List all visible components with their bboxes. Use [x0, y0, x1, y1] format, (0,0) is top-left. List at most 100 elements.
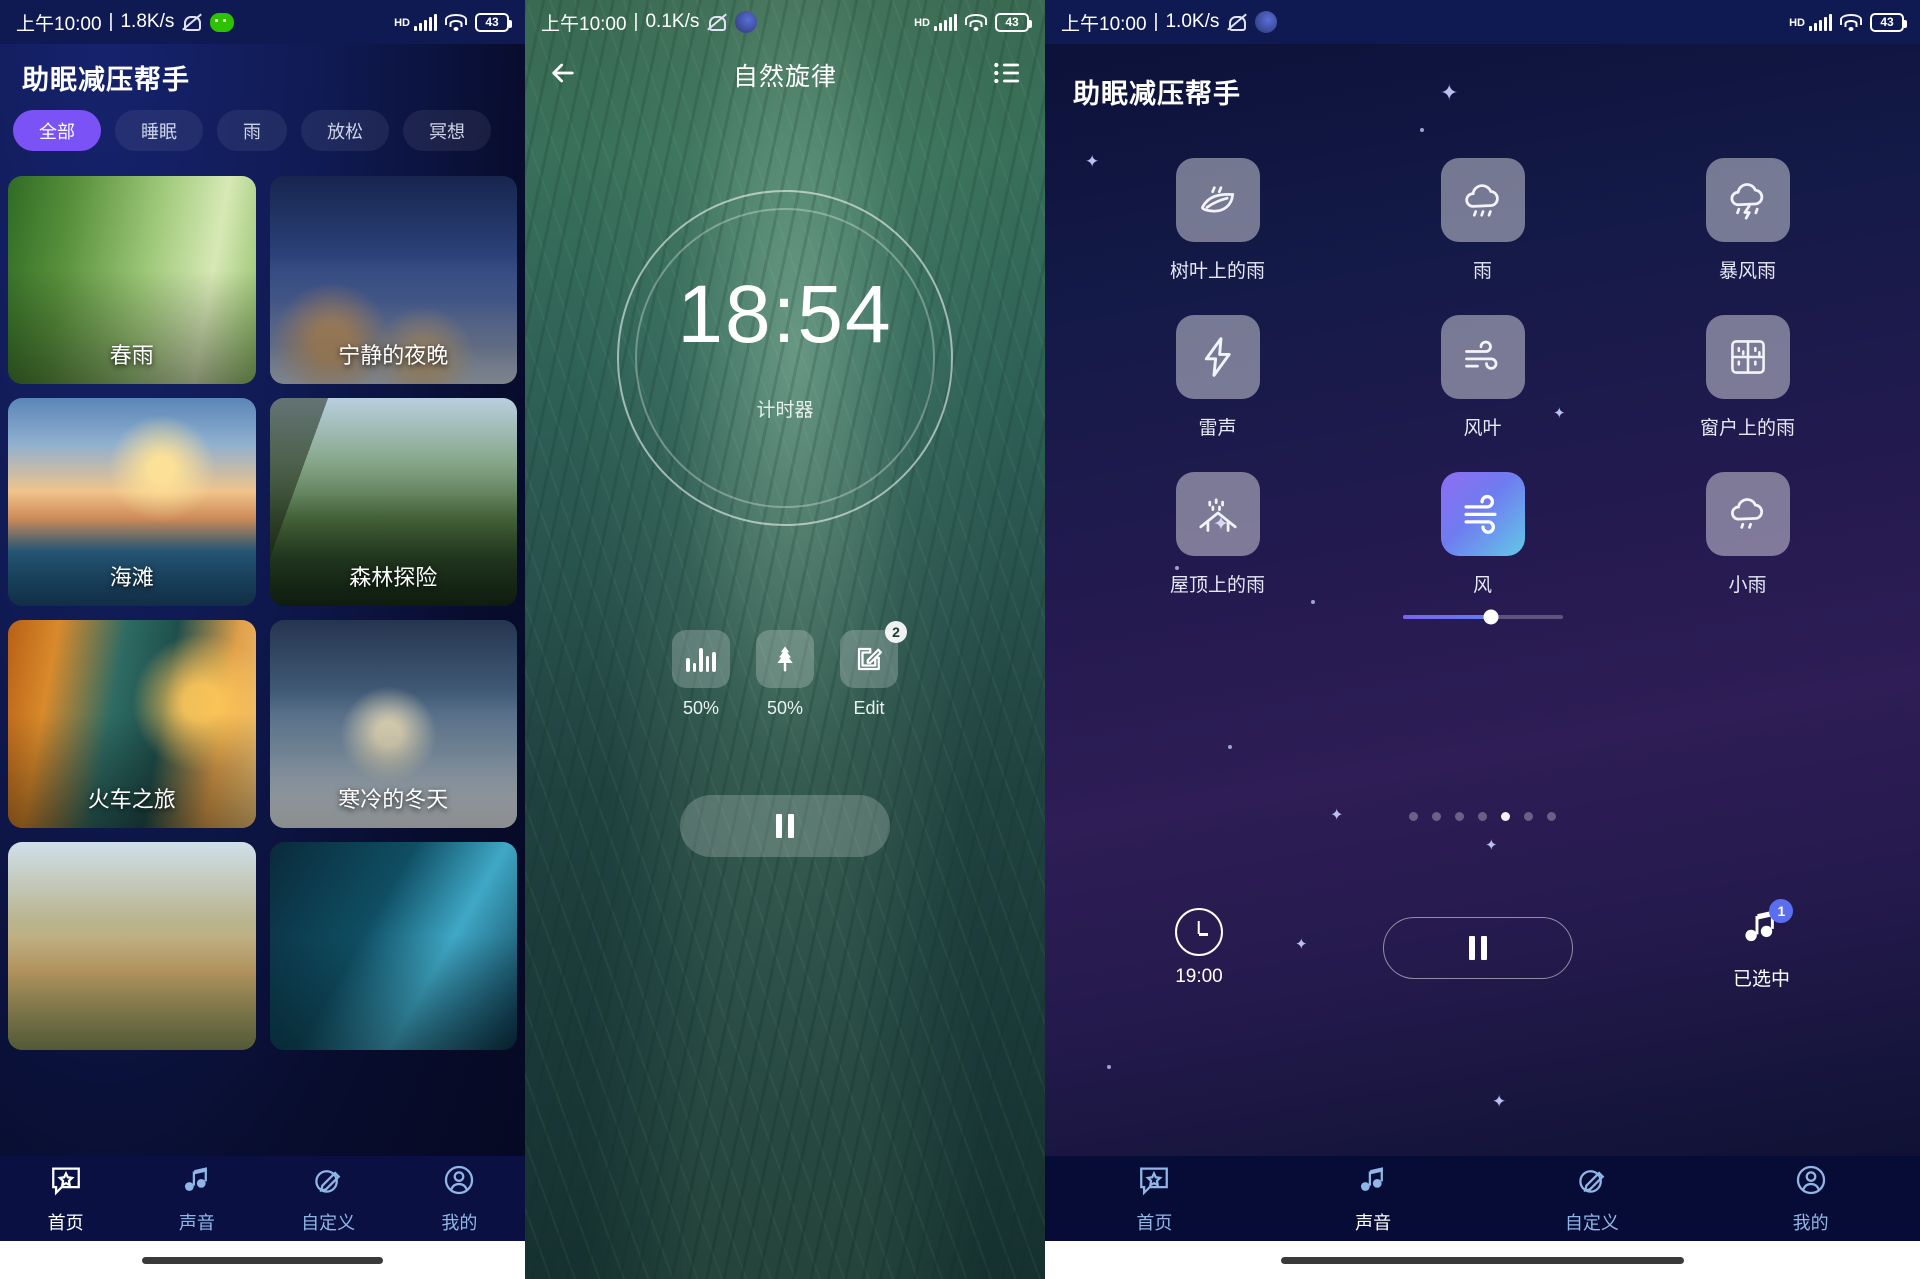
signal-icon [414, 13, 437, 31]
roof-rain-icon[interactable] [1175, 472, 1260, 556]
tree-icon[interactable] [756, 630, 814, 688]
chip-meditate[interactable]: 冥想 [403, 110, 491, 151]
card-shade [8, 842, 256, 1050]
scene-card[interactable]: 宁静的夜晚 [269, 176, 517, 384]
thunderstorm-icon[interactable] [1705, 158, 1790, 242]
chip-relax[interactable]: 放松 [301, 110, 389, 151]
sleep-timer-control[interactable]: 19:00 [1174, 908, 1223, 988]
sound-tile-thunder[interactable]: 雷声 [1085, 315, 1350, 440]
nav-item-profile[interactable]: 我的 [1701, 1163, 1920, 1235]
mixer-edit-control[interactable]: 2 Edit [840, 621, 907, 719]
cloud-rain-icon[interactable] [1440, 158, 1525, 242]
clock-icon[interactable] [1174, 908, 1223, 956]
page-dot[interactable] [1432, 812, 1441, 821]
pause-icon [1468, 936, 1487, 960]
wifi-icon [1840, 13, 1862, 31]
customize-pencil-icon [1575, 1163, 1609, 1202]
nav-item-customize[interactable]: 自定义 [1483, 1163, 1702, 1235]
wind-volume-slider[interactable] [1402, 609, 1563, 625]
status-left-3: 上午10:00 | 1.0K/s [1061, 9, 1278, 36]
sound-tile-rain[interactable]: 雨 [1350, 158, 1615, 283]
page-dot-active[interactable] [1501, 812, 1510, 821]
hd-icon: HD [1789, 16, 1805, 29]
sound-label: 雨 [1472, 261, 1492, 282]
screen-home: 上午10:00 | 1.8K/s HD 43 助眠减压帮手 全部 睡眠 雨 放松… [0, 0, 525, 1279]
status-left-2: 上午10:00 | 0.1K/s [541, 9, 758, 36]
profile-icon [1794, 1163, 1828, 1202]
wind-leaf-icon[interactable] [1440, 315, 1525, 399]
page-dot[interactable] [1547, 812, 1556, 821]
nav-item-profile[interactable]: 我的 [394, 1163, 525, 1235]
mixer-nature-control[interactable]: 50% [756, 630, 814, 719]
sound-tile-window-rain[interactable]: 窗户上的雨 [1615, 315, 1880, 440]
status-time: 上午10:00 [16, 13, 102, 35]
sound-grid: 树叶上的雨 雨 暴风雨 雷声 风叶 窗户上的雨 屋顶上的雨 风 小雨 [1085, 158, 1880, 625]
play-pause-button[interactable] [680, 795, 890, 857]
nav-item-sounds[interactable]: 声音 [1264, 1163, 1483, 1235]
chip-label: 冥想 [429, 121, 465, 142]
sound-tile-roof-rain[interactable]: 屋顶上的雨 [1085, 472, 1350, 619]
selected-count-badge: 1 [1769, 899, 1794, 923]
scene-card[interactable]: 森林探险 [269, 398, 517, 606]
nav-item-customize[interactable]: 自定义 [263, 1163, 394, 1235]
back-arrow-icon[interactable] [547, 57, 579, 94]
scene-card[interactable]: 春雨 [8, 176, 256, 384]
window-rain-icon[interactable] [1705, 315, 1790, 399]
mixer-play-pause-button[interactable] [1382, 917, 1573, 979]
nav-item-home[interactable]: 首页 [0, 1163, 131, 1235]
status-network-speed: 1.0K/s [1165, 11, 1220, 32]
sound-tile-wind[interactable]: 风 [1350, 472, 1615, 625]
slider-knob[interactable] [1483, 609, 1498, 625]
sound-label: 屋顶上的雨 [1169, 575, 1265, 596]
selected-icon-wrap: 1 [1739, 899, 1794, 954]
pause-icon [776, 814, 794, 838]
sound-tile-light-rain[interactable]: 小雨 [1615, 472, 1880, 619]
light-rain-icon[interactable] [1705, 472, 1790, 556]
wind-icon[interactable] [1440, 472, 1525, 556]
nav-label: 声音 [1355, 1212, 1392, 1233]
hd-icon: HD [394, 16, 410, 29]
page-dot[interactable] [1524, 812, 1533, 821]
page-dot[interactable] [1409, 812, 1418, 821]
scene-card[interactable]: 寒冷的冬天 [269, 620, 517, 828]
lightning-icon[interactable] [1175, 315, 1260, 399]
mixer-volume-control[interactable]: 50% [672, 630, 730, 719]
status-separator: | [108, 11, 114, 32]
battery-icon: 43 [995, 12, 1032, 32]
status-network-speed: 0.1K/s [645, 11, 700, 32]
scene-card[interactable] [8, 842, 256, 1050]
sound-tile-wind-leaf[interactable]: 风叶 [1350, 315, 1615, 440]
wechat-icon [210, 12, 235, 32]
nav-item-sounds[interactable]: 声音 [131, 1163, 262, 1235]
bottom-nav-3: 首页 声音 自定义 我的 [1045, 1156, 1920, 1241]
edit-icon[interactable]: 2 [840, 621, 907, 688]
chip-all[interactable]: 全部 [13, 110, 101, 151]
sound-tile-leaf-rain[interactable]: 树叶上的雨 [1085, 158, 1350, 283]
page-dot[interactable] [1478, 812, 1487, 821]
chip-rain[interactable]: 雨 [217, 110, 287, 151]
equalizer-icon[interactable] [672, 630, 730, 688]
status-left-1: 上午10:00 | 1.8K/s [16, 9, 235, 36]
leaf-rain-icon[interactable] [1175, 158, 1260, 242]
signal-icon [934, 13, 957, 31]
card-label: 春雨 [109, 343, 154, 368]
status-right-1: HD 43 [394, 12, 512, 32]
selected-sounds-control[interactable]: 1 已选中 [1733, 899, 1794, 991]
scene-card[interactable] [269, 842, 517, 1050]
page-dot[interactable] [1455, 812, 1464, 821]
scene-card[interactable]: 海滩 [8, 398, 256, 606]
home-star-icon [1137, 1163, 1171, 1202]
chip-label: 放松 [327, 121, 363, 142]
list-icon[interactable] [991, 57, 1023, 94]
sparkle-icon: ✦ [1492, 1092, 1507, 1111]
scene-card[interactable]: 火车之旅 [8, 620, 256, 828]
bottom-nav-1: 首页 声音 自定义 我的 [0, 1156, 525, 1241]
edit-badge: 2 [885, 621, 907, 643]
sound-label: 树叶上的雨 [1169, 261, 1265, 282]
nav-item-home[interactable]: 首页 [1045, 1163, 1264, 1235]
chip-sleep[interactable]: 睡眠 [115, 110, 203, 151]
status-bar-3: 上午10:00 | 1.0K/s HD 43 [1045, 0, 1920, 44]
sound-tile-storm[interactable]: 暴风雨 [1615, 158, 1880, 283]
music-note-icon [1356, 1163, 1390, 1202]
page-indicator-dots[interactable] [1045, 812, 1920, 821]
